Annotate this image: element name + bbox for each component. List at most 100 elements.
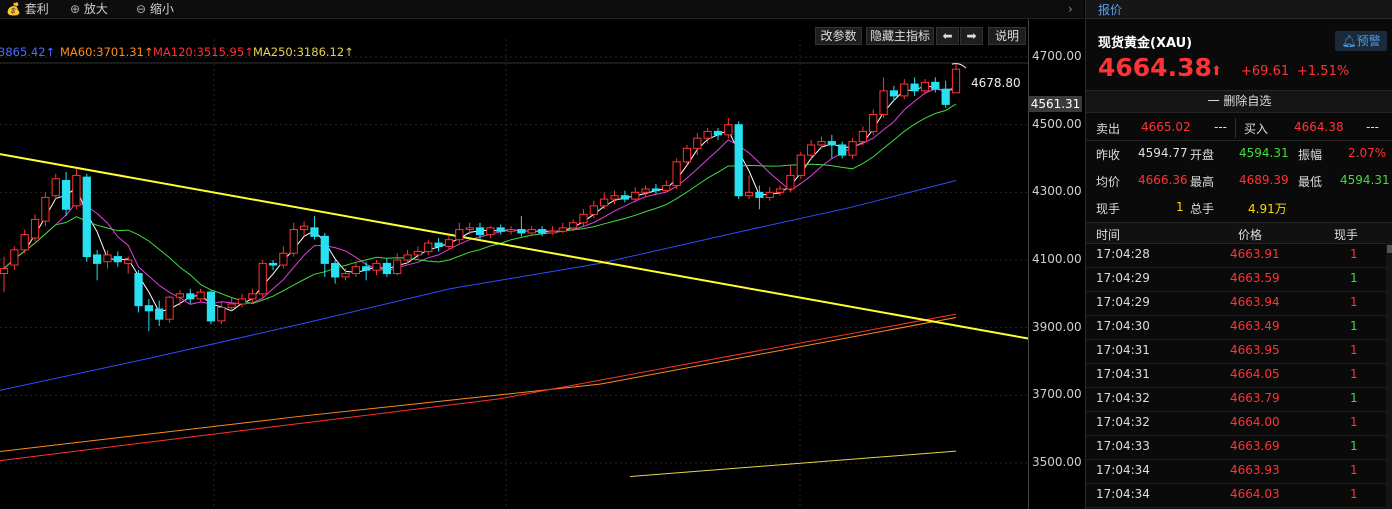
avg-value: 4666.36 [1138, 173, 1188, 187]
candle-body [310, 227, 319, 237]
candle-body [827, 141, 836, 146]
candle-body [817, 141, 826, 146]
arrow-right-icon[interactable]: ➡ [960, 27, 983, 45]
candle-body [838, 144, 847, 156]
candle-body [506, 229, 516, 232]
arbitrage-label: 套利 [24, 2, 49, 16]
tab-quote[interactable]: 报价 [1098, 1, 1122, 18]
edit-params-button[interactable]: 改参数 [815, 27, 862, 45]
quote-tab-bar: 报价 [1086, 0, 1392, 19]
candle-body [744, 191, 754, 197]
candle-body [382, 262, 391, 275]
price-tick-label: 3500.00 [1032, 455, 1082, 469]
trades-header: 时间 价格 现手 [1086, 222, 1392, 244]
candle-body [155, 308, 164, 320]
trade-row: 17:04:33 4663.69 1 [1086, 435, 1386, 460]
trade-price: 4663.91 [1230, 247, 1280, 261]
candle-body [455, 229, 464, 241]
trade-time: 17:04:30 [1096, 319, 1150, 333]
delete-favorite-button[interactable]: 一 删除自选 [1086, 90, 1392, 113]
candle-body [289, 229, 298, 254]
help-button[interactable]: 说明 [988, 27, 1026, 45]
zoom-out-button[interactable]: ⊖ 缩小 [136, 1, 174, 17]
candle-body [10, 249, 19, 266]
candle-body [693, 137, 702, 149]
trade-price: 4664.03 [1230, 487, 1280, 501]
trade-price: 4663.69 [1230, 439, 1280, 453]
candle-body [807, 144, 816, 156]
up-arrow-icon: ⬆ [1211, 64, 1222, 79]
trade-price: 4664.00 [1230, 415, 1280, 429]
money-bag-icon: 💰 [6, 2, 21, 16]
high-value: 4689.39 [1239, 173, 1289, 187]
kline-chart[interactable] [0, 19, 1084, 509]
col-time: 时间 [1096, 228, 1121, 242]
trade-volume: 1 [1350, 463, 1358, 477]
candle-body [186, 293, 195, 300]
candle-body [486, 227, 495, 236]
high-annotation: 4678.80 [971, 76, 1021, 90]
ma-first-value: 3865.42↑ [0, 45, 56, 59]
collapse-toggle-icon[interactable]: › [1068, 1, 1073, 17]
candle-body [217, 306, 226, 322]
candle-body [496, 227, 505, 232]
ma5-line [3, 85, 957, 313]
hide-main-indicator-button[interactable]: 隐藏主指标 [866, 27, 934, 45]
prev-close-value: 4594.77 [1138, 146, 1188, 160]
candle-body [641, 188, 650, 193]
low-label: 最低 [1298, 175, 1323, 189]
trade-row: 17:04:29 4663.94 1 [1086, 291, 1386, 316]
candle-body [900, 83, 909, 97]
candle-body [30, 218, 40, 239]
candle-body [537, 229, 547, 234]
high-marker [951, 63, 967, 69]
sell-label: 卖出 [1096, 122, 1121, 136]
bell-icon: 🔔︎ [1341, 34, 1357, 48]
scroll-up-icon[interactable] [1387, 245, 1392, 253]
candle-body [858, 130, 867, 143]
candle-body [765, 191, 774, 198]
candle-body [61, 179, 71, 210]
alert-button[interactable]: 🔔︎预警 [1335, 31, 1387, 51]
total-label: 总手 [1190, 202, 1215, 216]
candle-body [372, 262, 381, 271]
candle-body [393, 259, 402, 275]
candle-body [569, 222, 578, 229]
trade-row: 17:04:34 4664.03 1 [1086, 483, 1386, 508]
trade-price: 4663.49 [1230, 319, 1280, 333]
price-tick-label: 3900.00 [1032, 319, 1082, 334]
ma60-line [0, 317, 957, 452]
trade-time: 17:04:29 [1096, 295, 1150, 309]
candle-body [51, 178, 60, 197]
zoom-in-button[interactable]: ⊕ 放大 [70, 1, 108, 17]
zoom-out-icon: ⊖ [136, 2, 147, 16]
trade-volume: 1 [1350, 343, 1358, 357]
ma120-value: MA120:3515.95↑ [153, 45, 254, 59]
trade-time: 17:04:32 [1096, 415, 1150, 429]
candle-body [403, 254, 412, 261]
trade-volume: 1 [1350, 247, 1358, 261]
trade-time: 17:04:34 [1096, 487, 1150, 501]
arbitrage-button[interactable]: 💰 套利 [6, 1, 49, 17]
sell-price: 4665.02 [1141, 120, 1191, 134]
col-volume: 现手 [1334, 228, 1359, 242]
trades-scrollbar[interactable] [1386, 243, 1392, 509]
candle-body [248, 293, 257, 300]
trade-volume: 1 [1350, 367, 1358, 381]
trade-time: 17:04:31 [1096, 367, 1150, 381]
candle-body [41, 196, 50, 222]
candle-body [341, 273, 350, 278]
price-change-pct: +1.51% [1297, 64, 1350, 79]
candle-body [755, 191, 764, 198]
col-price: 价格 [1238, 228, 1263, 242]
candle-body [786, 174, 795, 190]
trade-volume: 1 [1350, 391, 1358, 405]
bid-ask-row: 卖出 4665.02 --- 买入 4664.38 --- [1086, 115, 1392, 141]
ma120-line [0, 313, 957, 462]
arrow-left-icon[interactable]: ⬅ [936, 27, 959, 45]
candle-body [703, 130, 712, 139]
candle-body [175, 293, 185, 298]
alert-label: 预警 [1356, 34, 1381, 48]
trade-price: 4664.05 [1230, 367, 1280, 381]
hand-label: 现手 [1096, 202, 1121, 216]
